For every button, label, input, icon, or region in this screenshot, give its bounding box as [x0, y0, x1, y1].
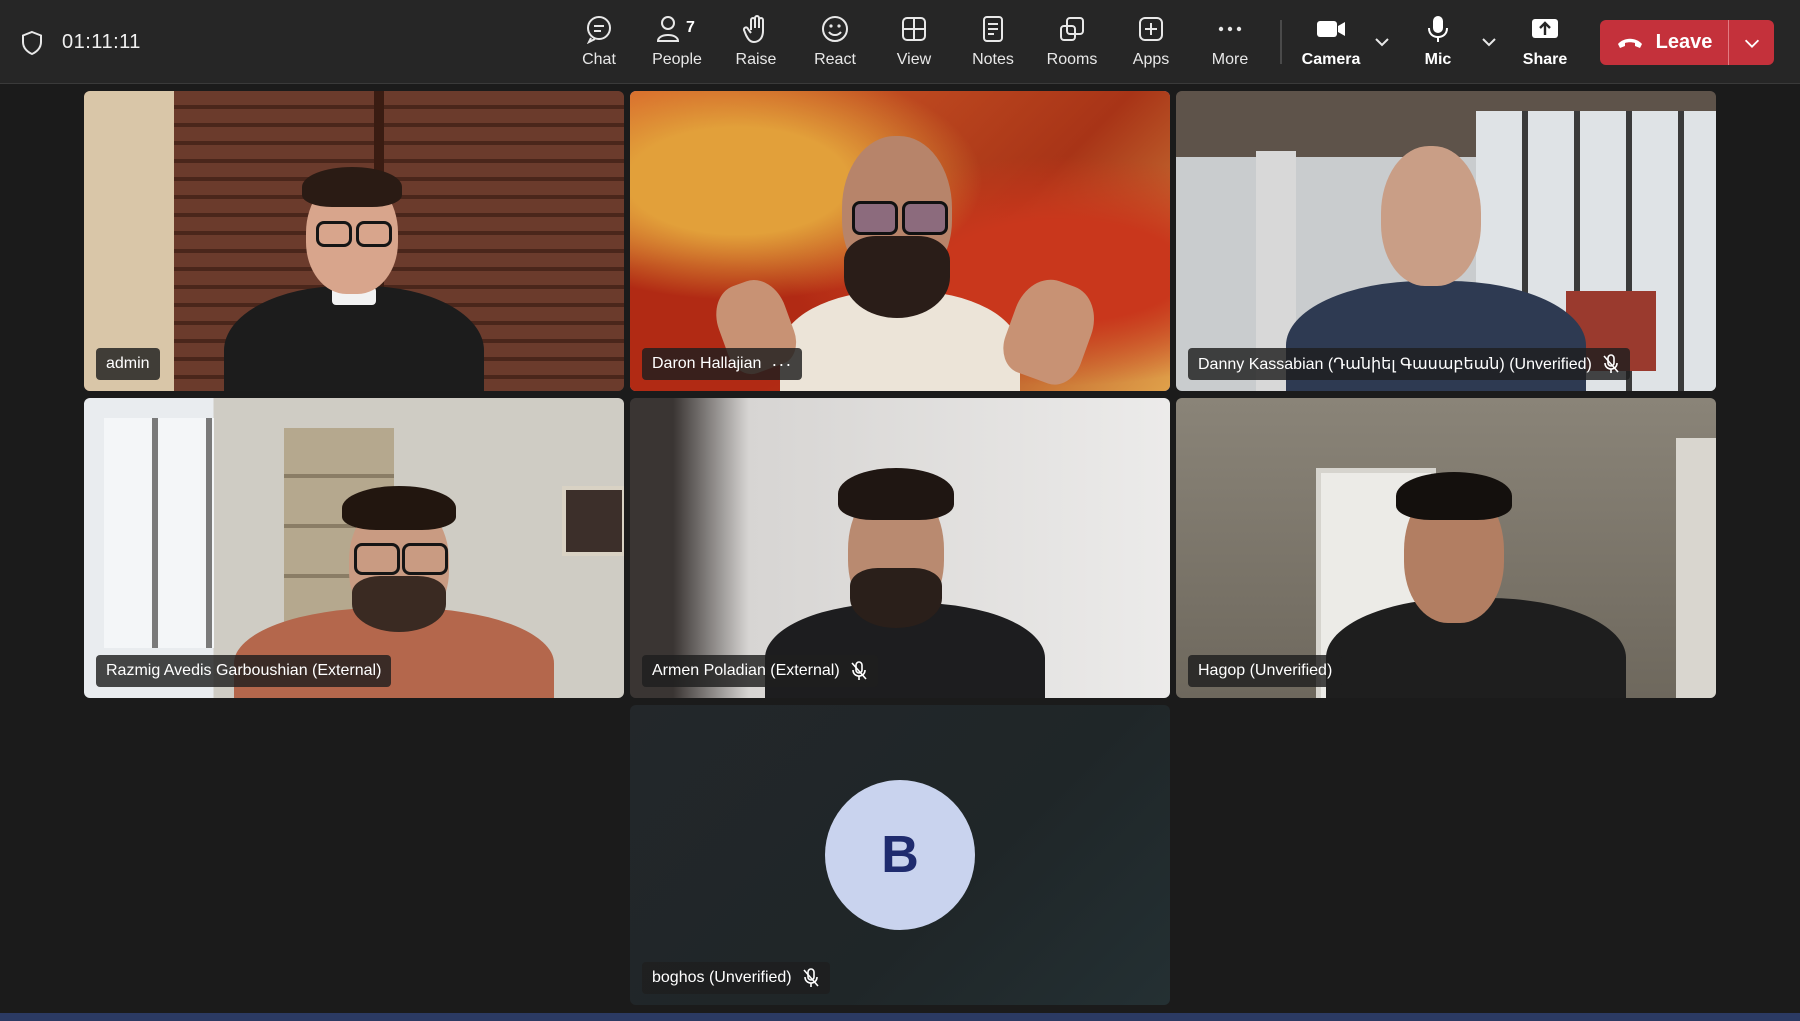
video-feed-door-frame: [1676, 438, 1716, 698]
video-feed-wall: [84, 91, 174, 391]
view-label: View: [896, 51, 932, 68]
people-count: 7: [686, 19, 695, 36]
grid-view-icon: [897, 12, 931, 46]
share-screen-icon: [1528, 12, 1562, 46]
more-label: More: [1211, 51, 1249, 68]
hand-icon: [739, 12, 773, 46]
video-feed-glasses: [902, 201, 948, 235]
avatar: B: [825, 780, 975, 930]
participant-name-tag: admin: [96, 348, 160, 380]
mic-off-icon: [803, 968, 819, 987]
view-button[interactable]: View: [879, 12, 949, 74]
participant-tile-hagop[interactable]: Hagop (Unverified): [1176, 398, 1716, 698]
rooms-label: Rooms: [1046, 51, 1098, 68]
notes-icon: [976, 12, 1010, 46]
participant-name-tag: Razmig Avedis Garboushian (External): [96, 655, 392, 687]
participant-name-tag: Armen Poladian (External): [642, 655, 878, 687]
meeting-timer: 01:11:11: [62, 31, 141, 53]
video-feed-glasses: [852, 201, 898, 235]
camera-label: Camera: [1301, 51, 1361, 68]
video-feed-beard: [844, 236, 950, 318]
hang-up-phone-icon: [1617, 38, 1642, 48]
participant-tile-razmig-garboushian[interactable]: Razmig Avedis Garboushian (External): [84, 398, 624, 698]
raise-hand-button[interactable]: Raise: [721, 12, 791, 74]
video-feed-glasses: [402, 543, 448, 575]
participant-name-tag: Hagop (Unverified): [1188, 655, 1343, 687]
react-button[interactable]: React: [800, 12, 870, 74]
video-feed-glasses: [354, 543, 400, 575]
participant-tile-armen-poladian[interactable]: Armen Poladian (External): [630, 398, 1170, 698]
more-button[interactable]: More: [1195, 12, 1265, 74]
mic-options-chevron-icon[interactable]: [1477, 30, 1501, 54]
chat-icon: [582, 12, 616, 46]
chat-button[interactable]: Chat: [564, 12, 634, 74]
raise-label: Raise: [735, 51, 777, 68]
add-app-icon: [1134, 12, 1168, 46]
shield-icon: [22, 30, 42, 56]
participant-name: Armen Poladian (External): [652, 662, 840, 679]
taskbar-edge: [0, 1013, 1800, 1021]
leave-label: Leave: [1655, 31, 1713, 53]
participant-tile-boghos[interactable]: B boghos (Unverified): [630, 705, 1170, 1005]
breakout-rooms-icon: [1055, 12, 1089, 46]
mic-off-icon: [1603, 354, 1619, 373]
video-feed-glasses: [356, 221, 392, 247]
video-feed-beard: [352, 576, 446, 632]
mic-button[interactable]: Mic: [1403, 12, 1473, 74]
participant-name: Daron Hallajian: [652, 355, 762, 372]
notes-label: Notes: [972, 51, 1014, 68]
video-feed-glasses: [316, 221, 352, 247]
participant-tile-daron-hallajian[interactable]: Daron Hallajian ···: [630, 91, 1170, 391]
participant-name: admin: [106, 355, 150, 372]
leave-options-chevron-icon[interactable]: [1729, 20, 1774, 65]
participant-tile-admin[interactable]: admin: [84, 91, 624, 391]
camera-options-chevron-icon[interactable]: [1370, 30, 1394, 54]
smiley-icon: [818, 12, 852, 46]
video-camera-icon: [1314, 12, 1348, 46]
avatar-initial: B: [881, 826, 919, 884]
toolbar-divider: [1280, 20, 1282, 64]
video-feed-hair: [342, 486, 456, 530]
video-feed-hair: [1396, 472, 1512, 520]
video-feed-face: [1381, 146, 1481, 286]
people-button[interactable]: 7 People: [642, 12, 712, 74]
participant-name: Razmig Avedis Garboushian (External): [106, 662, 382, 679]
participant-name: boghos (Unverified): [652, 969, 792, 986]
video-feed-hair: [302, 167, 402, 207]
video-feed-window: [104, 418, 214, 648]
mic-label: Mic: [1424, 51, 1452, 68]
leave-main-button[interactable]: Leave: [1600, 20, 1728, 65]
participant-name-tag: boghos (Unverified): [642, 962, 830, 994]
participant-tile-danny-kassabian[interactable]: Danny Kassabian (Դանիել Գասաբեան) (Unver…: [1176, 91, 1716, 391]
participant-name-tag: Danny Kassabian (Դանիել Գասաբեան) (Unver…: [1188, 348, 1630, 380]
participant-name-tag: Daron Hallajian ···: [642, 348, 803, 380]
apps-label: Apps: [1132, 51, 1170, 68]
chat-label: Chat: [582, 51, 616, 68]
microphone-icon: [1421, 12, 1455, 46]
people-icon: 7: [656, 12, 695, 46]
share-label: Share: [1522, 51, 1568, 68]
people-label: People: [652, 51, 702, 68]
meeting-toolbar: 01:11:11 Chat 7 People Raise React View: [0, 0, 1800, 84]
video-feed-picture-frame: [562, 486, 624, 556]
share-button[interactable]: Share: [1510, 12, 1580, 74]
participant-name: Danny Kassabian (Դանիել Գասաբեան) (Unver…: [1198, 356, 1592, 373]
video-feed-hair: [838, 468, 954, 520]
video-feed-beard: [850, 568, 942, 628]
rooms-button[interactable]: Rooms: [1037, 12, 1107, 74]
react-label: React: [814, 51, 856, 68]
leave-button[interactable]: Leave: [1600, 20, 1774, 65]
apps-button[interactable]: Apps: [1116, 12, 1186, 74]
participant-name: Hagop (Unverified): [1198, 662, 1333, 679]
more-options-icon[interactable]: ···: [771, 355, 792, 373]
camera-button[interactable]: Camera: [1296, 12, 1366, 74]
notes-button[interactable]: Notes: [958, 12, 1028, 74]
mic-off-icon: [851, 661, 867, 680]
more-horizontal-icon: [1213, 12, 1247, 46]
